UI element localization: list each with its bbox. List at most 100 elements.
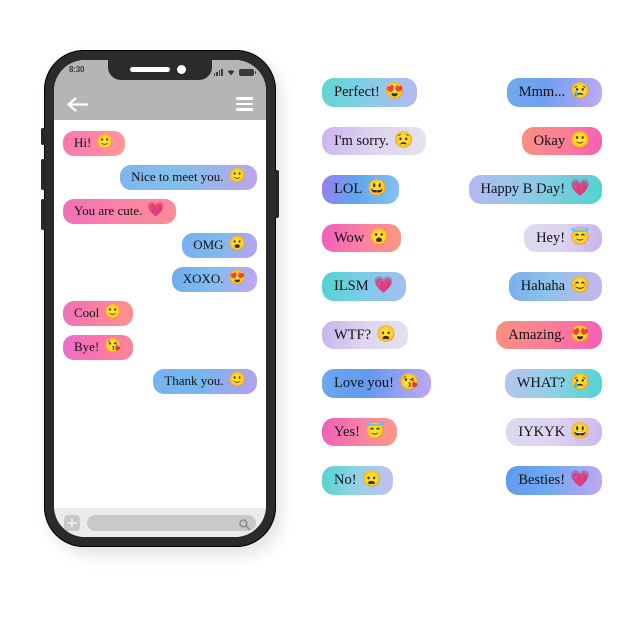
search-icon[interactable]: [239, 517, 250, 535]
sticker-bubble-right[interactable]: IYKYK 😃: [506, 417, 602, 447]
message-row: You are cute. 💗: [63, 198, 257, 224]
bubble-text: Love you!: [334, 375, 394, 391]
conversation-thread[interactable]: Hi! 🙂 Nice to meet you. 🙂 You are cute. 💗 OMG 😮…: [54, 120, 266, 508]
back-arrow-icon[interactable]: [67, 96, 88, 112]
face-with-open-mouth-icon: 😮: [369, 228, 390, 246]
sticker-slot: Okay 🙂: [462, 126, 602, 176]
sticker-slot: LOL 😃: [322, 175, 462, 224]
face-blowing-a-kiss-icon: 😘: [399, 374, 419, 392]
message-row: Nice to meet you. 🙂: [63, 164, 257, 190]
message-bubble-right[interactable]: Thank you. 🙂: [153, 368, 257, 394]
face-blowing-a-kiss-icon: 😘: [104, 339, 122, 355]
message-row: Thank you. 🙂: [63, 368, 257, 394]
sticker-bubble-right[interactable]: Amazing. 😍: [496, 320, 602, 350]
pink-heart-icon: 💗: [147, 203, 165, 219]
sticker-bubble-right[interactable]: Mmm... 😢: [506, 78, 602, 107]
phone-mockup: 8:30 Hi! 🙂 Nice to meet you. 🙂 You are c…: [41, 50, 282, 555]
bubble-text: Mmm...: [518, 84, 566, 100]
message-bubble-left[interactable]: Hi! 🙂: [63, 131, 125, 156]
power-button[interactable]: [275, 170, 279, 218]
bubble-text: No!: [334, 472, 357, 488]
volume-up-button[interactable]: [41, 159, 45, 190]
sticker-bubble-left[interactable]: Yes! 😇: [322, 417, 397, 447]
bubble-text: Okay: [533, 132, 566, 149]
sticker-bubble-right[interactable]: Besties! 💗: [506, 466, 602, 495]
slightly-smiling-face-icon: 🙂: [104, 305, 122, 321]
sticker-bubble-right[interactable]: Hey! 😇: [524, 223, 602, 253]
bubble-text: OMG: [193, 236, 224, 252]
sticker-bubble-right[interactable]: Happy B Day! 💗: [468, 175, 602, 204]
grinning-face-big-eyes-icon: 😃: [570, 422, 590, 440]
frowning-face-icon: 😦: [361, 471, 382, 489]
sticker-bubble-left[interactable]: WTF? 😦: [322, 320, 408, 350]
wifi-icon: [226, 68, 236, 76]
crying-face-icon: 😢: [570, 374, 590, 392]
sticker-bubble-left[interactable]: No! 😦: [322, 466, 394, 495]
message-row: XOXO. 😍: [63, 266, 257, 292]
bubble-text: Bye!: [74, 338, 100, 354]
sticker-bubble-right[interactable]: WHAT? 😢: [504, 369, 602, 398]
pink-heart-icon: 💗: [570, 180, 590, 198]
bubble-text: Nice to meet you.: [131, 168, 224, 184]
slightly-smiling-face-icon: 🙂: [570, 131, 590, 149]
signal-bars-icon: [213, 68, 223, 76]
bubble-text: Hahaha: [520, 278, 566, 294]
bubble-text: Thank you.: [164, 372, 224, 388]
message-bubble-left[interactable]: Bye! 😘: [63, 334, 133, 360]
sticker-bubble-left[interactable]: Wow 😮: [322, 223, 402, 253]
message-row: OMG 😮: [63, 232, 257, 258]
message-bubble-left[interactable]: Cool 🙂: [63, 300, 133, 326]
plus-icon[interactable]: [64, 514, 80, 531]
sticker-bubble-left[interactable]: ILSM 💗: [322, 272, 406, 301]
sticker-bubble-right[interactable]: Hahaha 😊: [508, 272, 602, 301]
bubble-text: Amazing.: [508, 326, 566, 343]
worried-face-icon: 😟: [393, 131, 414, 149]
battery-full-icon: [239, 68, 256, 76]
sticker-slot: Wow 😮: [322, 223, 462, 273]
silent-switch-button[interactable]: [41, 128, 45, 145]
sticker-slot: WTF? 😦: [322, 320, 462, 370]
crying-face-icon: 😢: [570, 83, 590, 101]
sticker-bubble-left[interactable]: I'm sorry. 😟: [322, 126, 426, 156]
phone-body: 8:30 Hi! 🙂 Nice to meet you. 🙂 You are c…: [41, 50, 279, 547]
message-bubble-right[interactable]: XOXO. 😍: [171, 266, 257, 292]
heart-eyes-face-icon: 😍: [228, 271, 246, 287]
front-camera: [177, 65, 186, 74]
status-bar-time: 8:30: [69, 65, 85, 74]
sticker-bubble-right[interactable]: Okay 🙂: [521, 126, 602, 156]
sticker-bubble-left[interactable]: LOL 😃: [322, 175, 400, 204]
smiling-face-with-halo-icon: 😇: [570, 228, 590, 246]
sticker-slot: WHAT? 😢: [462, 369, 602, 418]
bubble-text: I'm sorry.: [334, 132, 389, 149]
sticker-column-right: Mmm... 😢 Okay 🙂 Happy B Day! 💗 Hey! 😇 Hahaha 😊 Ama…: [462, 78, 602, 515]
search-input[interactable]: [87, 514, 256, 531]
notch: [108, 60, 212, 80]
phone-screen: 8:30 Hi! 🙂 Nice to meet you. 🙂 You are c…: [54, 60, 266, 537]
sticker-bubble-left[interactable]: Love you! 😘: [322, 369, 431, 398]
sticker-slot: Besties! 💗: [462, 466, 602, 515]
message-bubble-left[interactable]: You are cute. 💗: [63, 198, 176, 224]
volume-down-button[interactable]: [41, 199, 45, 230]
sticker-bubble-left[interactable]: Perfect! 😍: [322, 78, 417, 107]
pink-heart-icon: 💗: [373, 277, 394, 295]
slightly-smiling-face-icon: 🙂: [228, 169, 246, 185]
bubble-text: IYKYK: [518, 423, 566, 440]
message-bubble-right[interactable]: OMG 😮: [182, 232, 257, 258]
bubble-text: Hi!: [74, 135, 92, 150]
sticker-slot: Perfect! 😍: [322, 78, 462, 127]
heart-eyes-face-icon: 😍: [384, 83, 405, 101]
bubble-text: LOL: [334, 181, 363, 197]
smiling-face-with-smiling-eyes-icon: 😊: [570, 277, 590, 295]
bubble-text: Perfect!: [334, 84, 380, 100]
sticker-slot: IYKYK 😃: [462, 417, 602, 467]
hamburger-menu-icon[interactable]: [236, 97, 253, 111]
message-bubble-right[interactable]: Nice to meet you. 🙂: [120, 164, 257, 190]
sticker-slot: Love you! 😘: [322, 369, 462, 418]
sticker-slot: Amazing. 😍: [462, 320, 602, 370]
frowning-face-icon: 😦: [376, 325, 396, 343]
bubble-text: Wow: [334, 229, 365, 246]
sticker-slot: Mmm... 😢: [462, 78, 602, 127]
bubble-text: Hey!: [536, 229, 566, 246]
bubble-text: XOXO.: [182, 270, 224, 286]
sticker-column-left: Perfect! 😍 I'm sorry. 😟 LOL 😃 Wow 😮 ILSM 💗 WTF? 😦 Lo…: [322, 78, 462, 515]
